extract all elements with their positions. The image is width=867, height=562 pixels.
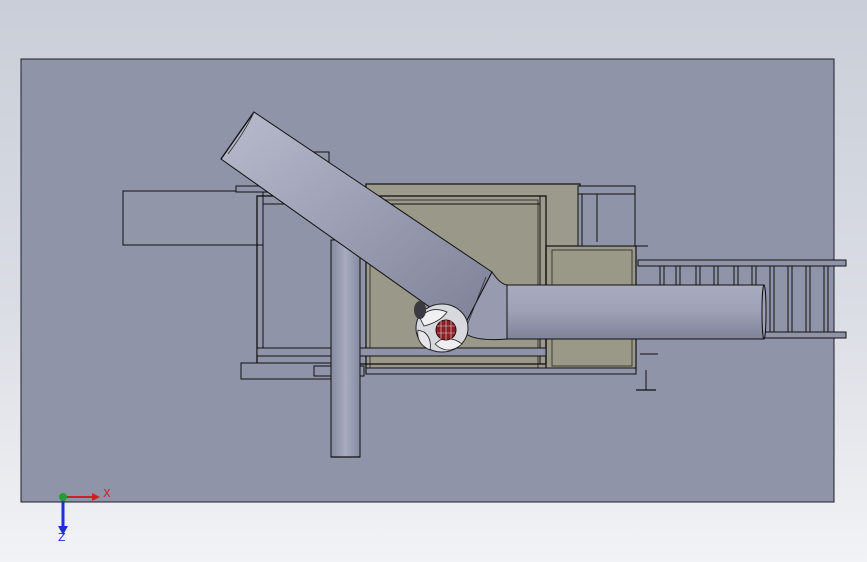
triad-origin (59, 493, 67, 501)
triad-x-label: X (103, 487, 111, 500)
cad-scene[interactable]: X Z (0, 0, 867, 562)
ladder-rung (823, 265, 829, 333)
bottom-rail-long[interactable] (365, 367, 637, 375)
upper-right-box[interactable] (577, 185, 636, 247)
ladder-rung (805, 265, 811, 333)
triad-z-label: Z (58, 531, 66, 544)
left-block[interactable] (122, 190, 264, 246)
horizontal-pipe[interactable] (506, 284, 765, 340)
ladder-rail-top (637, 259, 847, 267)
cad-graphics-viewport[interactable]: X Z (0, 0, 867, 562)
fan-dark-cap (414, 301, 426, 319)
horizontal-pipe-end (761, 284, 767, 340)
bottom-frame-rail[interactable] (256, 347, 547, 357)
ladder-rung (769, 265, 775, 333)
vertical-pipe[interactable] (330, 239, 361, 458)
ladder-rung (787, 265, 793, 333)
